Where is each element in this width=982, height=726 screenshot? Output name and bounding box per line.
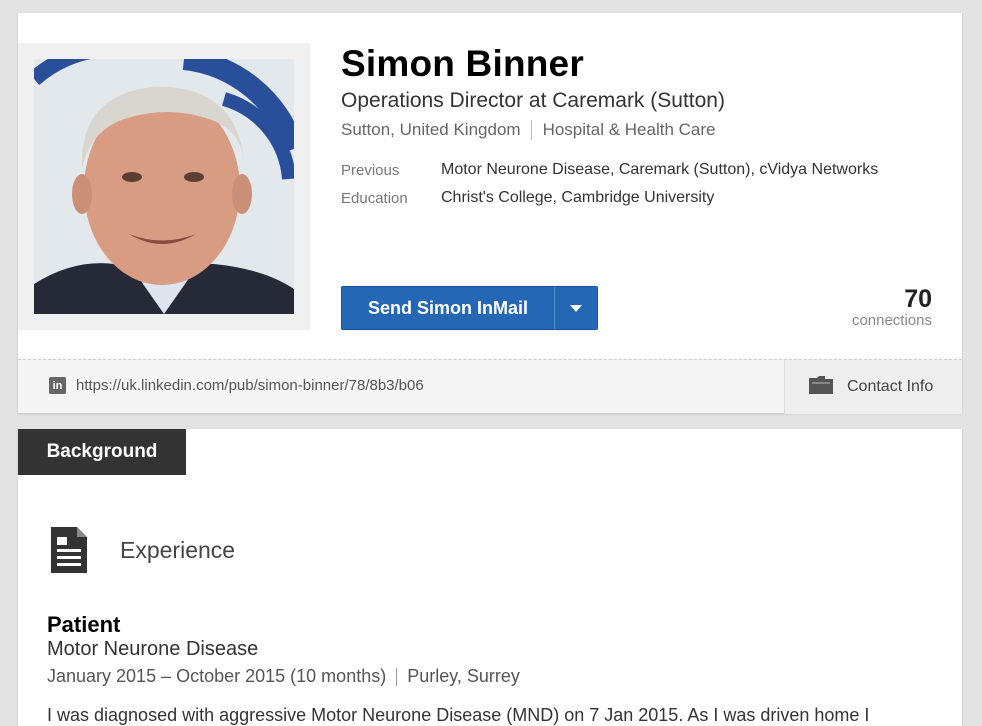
- divider: [530, 120, 532, 140]
- job-dates-location: January 2015 – October 2015 (10 months) …: [47, 666, 520, 687]
- linkedin-icon: in: [49, 377, 66, 394]
- connections-count: 70: [904, 285, 932, 313]
- job-description: I was diagnosed with aggressive Motor Ne…: [47, 705, 870, 725]
- public-profile-url[interactable]: https://uk.linkedin.com/pub/simon-binner…: [76, 377, 424, 394]
- divider: [396, 667, 398, 686]
- location-text[interactable]: Sutton, United Kingdom: [341, 120, 521, 140]
- previous-label: Previous: [341, 162, 400, 179]
- contact-info-label: Contact Info: [847, 378, 934, 395]
- previous-value[interactable]: Motor Neurone Disease, Caremark (Sutton)…: [441, 161, 878, 179]
- profile-photo[interactable]: [34, 59, 294, 314]
- profile-footer-bar: in https://uk.linkedin.com/pub/simon-bin…: [18, 359, 962, 414]
- job-title[interactable]: Patient: [47, 612, 120, 638]
- folder-icon: [809, 375, 833, 399]
- profile-photo-frame: [18, 43, 310, 330]
- education-label: Education: [341, 190, 408, 207]
- job-dates: January 2015 – October 2015 (10 months): [47, 666, 387, 686]
- inmail-dropdown-button[interactable]: [555, 287, 597, 329]
- tab-background[interactable]: Background: [18, 429, 186, 475]
- experience-heading: Experience: [120, 537, 236, 563]
- connections-label: connections: [851, 312, 932, 329]
- location-industry-line: Sutton, United Kingdom Hospital & Health…: [341, 120, 715, 140]
- job-location: Purley, Surrey: [407, 666, 520, 686]
- industry-text[interactable]: Hospital & Health Care: [543, 120, 716, 140]
- profile-name: Simon Binner: [341, 43, 584, 84]
- send-inmail-button[interactable]: Send Simon InMail: [342, 287, 555, 329]
- profile-headline: Operations Director at Caremark (Sutton): [341, 89, 725, 112]
- send-inmail-button-group: Send Simon InMail: [341, 286, 598, 330]
- job-company[interactable]: Motor Neurone Disease: [47, 638, 258, 661]
- profile-card: Simon Binner Operations Director at Care…: [18, 13, 962, 414]
- previous-row: Previous Motor Neurone Disease, Caremark…: [341, 161, 878, 179]
- document-icon: [51, 527, 87, 578]
- education-value[interactable]: Christ's College, Cambridge University: [441, 189, 714, 207]
- background-card: Background Experience Patient Motor Neur…: [18, 429, 962, 726]
- contact-info-button[interactable]: Contact Info: [784, 360, 962, 414]
- caret-down-icon: [570, 304, 582, 312]
- education-row: Education Christ's College, Cambridge Un…: [341, 189, 714, 207]
